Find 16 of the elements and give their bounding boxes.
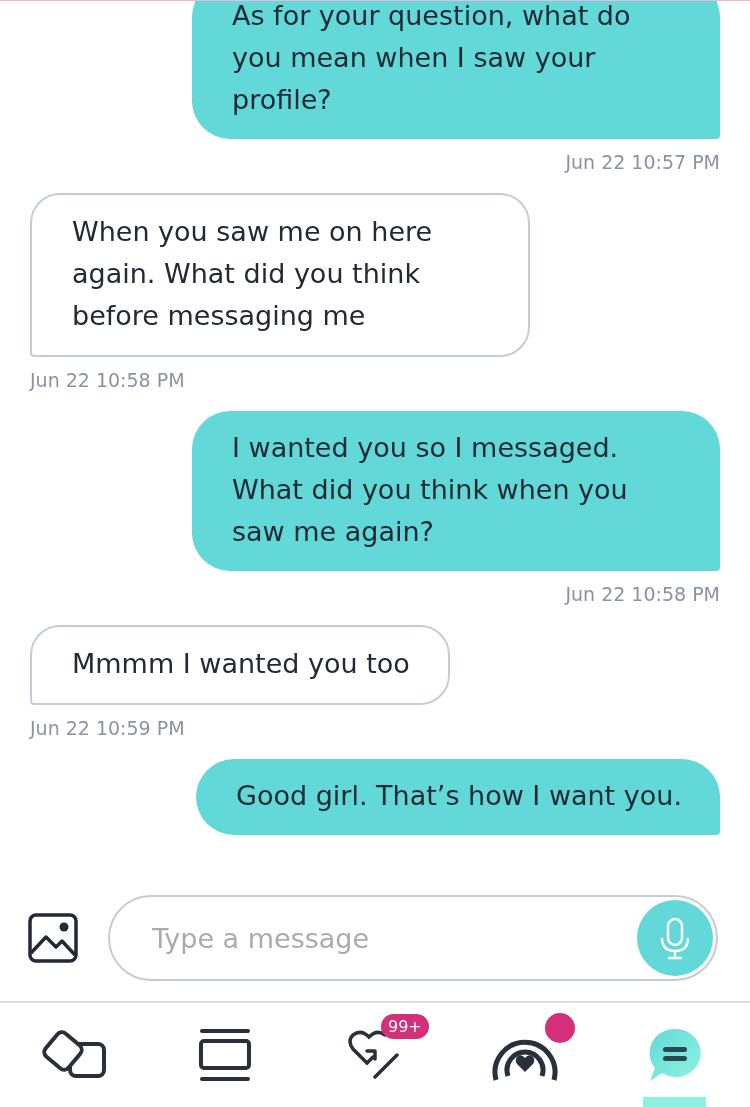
image-icon[interactable] <box>28 913 78 963</box>
message-composer-field[interactable]: Type a message <box>108 895 718 981</box>
sent-message-bubble: I wanted you so I messaged. What did you think when you saw me again? <box>192 411 720 571</box>
received-message-bubble: When you saw me on here again. What did you think before messaging me <box>30 193 530 357</box>
notification-badge: 99+ <box>381 1014 429 1039</box>
feed-icon <box>197 1028 253 1082</box>
message-timestamp: Jun 22 10:58 PM <box>565 583 720 605</box>
received-message-bubble: Mmmm I wanted you too <box>30 625 450 705</box>
message-timestamp: Jun 22 10:57 PM <box>565 151 720 173</box>
active-tab-indicator <box>643 1097 706 1107</box>
sent-message-bubble: As for your question, what do you mean when I saw your profile? <box>192 1 720 139</box>
message-timestamp: Jun 22 10:58 PM <box>30 369 185 391</box>
message-input-field[interactable]: Type a message <box>150 921 637 955</box>
sent-message-bubble: Good girl. That’s how I want you. <box>196 759 720 835</box>
notification-dot <box>545 1013 575 1043</box>
message-timestamp: Jun 22 10:59 PM <box>30 717 185 739</box>
